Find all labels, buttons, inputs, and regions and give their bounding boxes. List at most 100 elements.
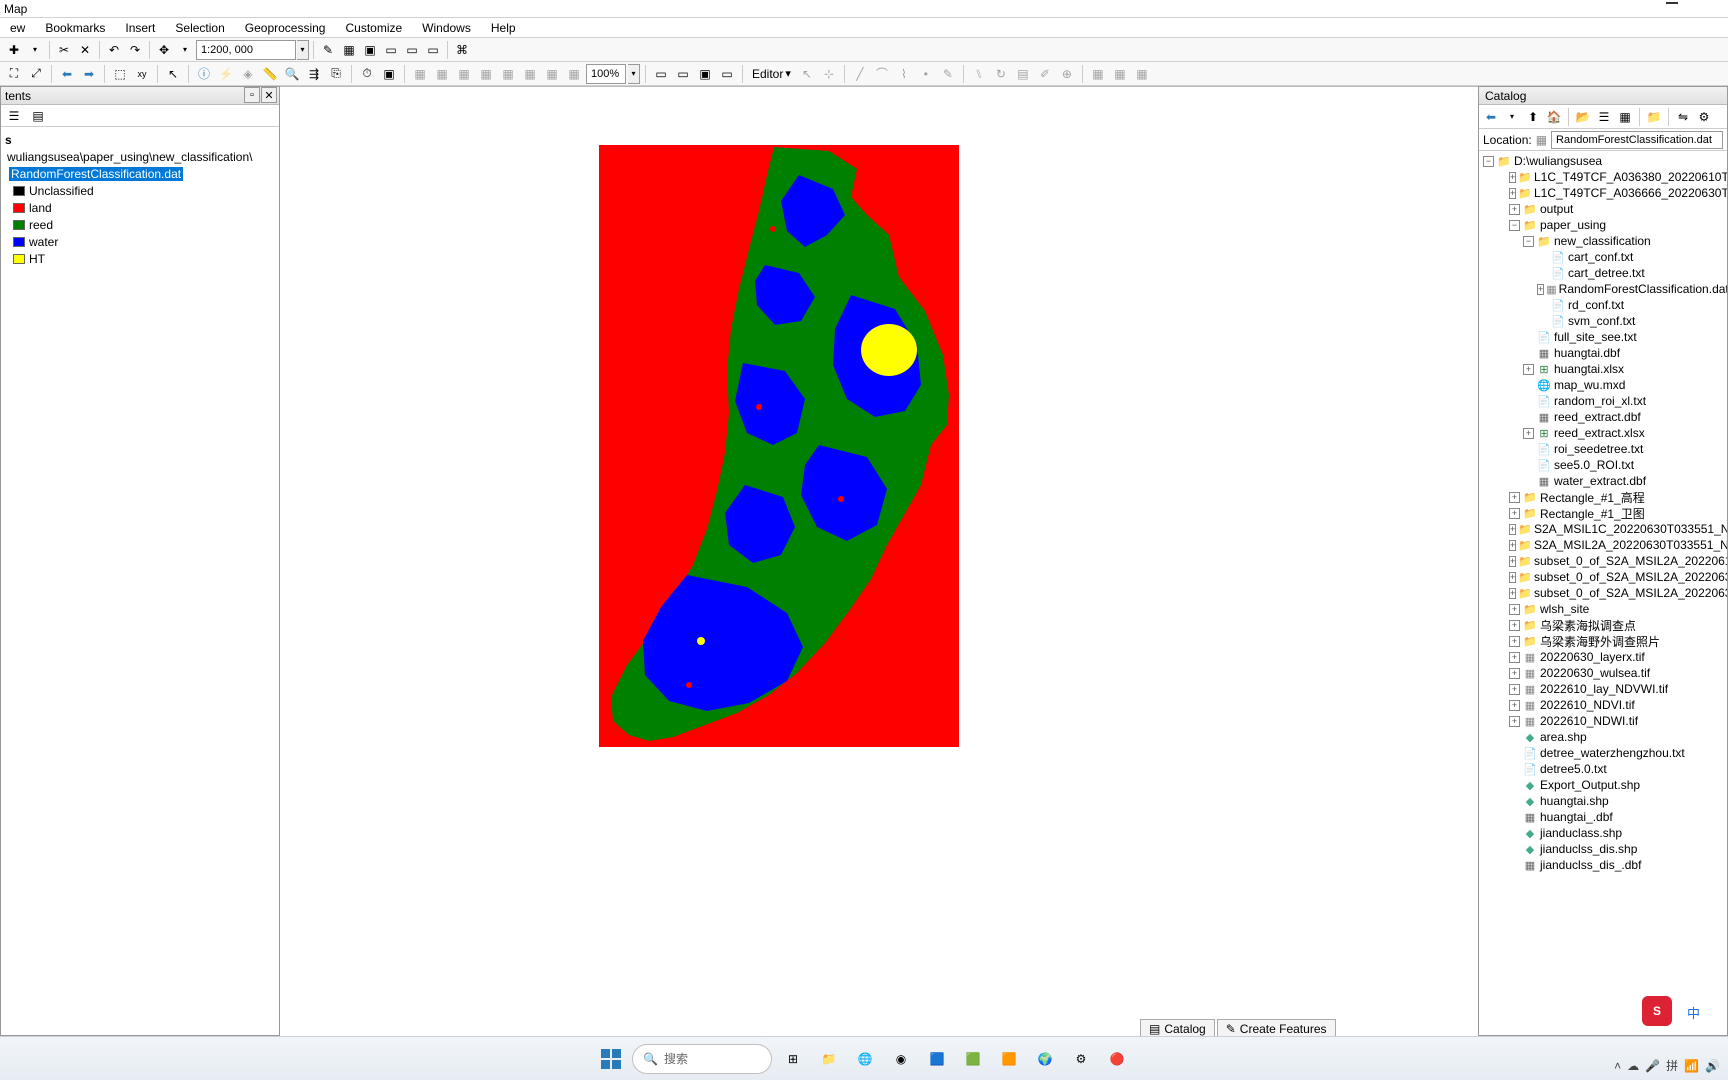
layout-mode-icon[interactable]: ▭ <box>651 64 671 84</box>
georef-icon[interactable]: ▦ <box>520 64 540 84</box>
catalog-item[interactable]: +📁subset_0_of_S2A_MSIL2A_20220630T033 <box>1481 585 1725 601</box>
menu-customize[interactable]: Customize <box>337 19 410 37</box>
catalog-item[interactable]: +▦20220630_wulsea.tif <box>1481 665 1725 681</box>
editor-toolbar-icon[interactable]: ✎ <box>318 40 338 60</box>
target-icon[interactable]: ⊕ <box>1057 64 1077 84</box>
georef-icon[interactable]: ▦ <box>432 64 452 84</box>
toc-tree[interactable]: s wuliangsusea\paper_using\new_classific… <box>1 127 279 1035</box>
expand-icon[interactable]: − <box>1483 156 1494 167</box>
expand-icon[interactable]: + <box>1509 620 1520 631</box>
catalog-item[interactable]: +⊞reed_extract.xlsx <box>1481 425 1725 441</box>
menu-help[interactable]: Help <box>483 19 524 37</box>
toc-class-row[interactable]: Unclassified <box>5 182 275 199</box>
edge-icon[interactable]: 🌐 <box>850 1044 880 1074</box>
window3-icon[interactable]: ▭ <box>423 40 443 60</box>
toc-path[interactable]: wuliangsusea\paper_using\new_classificat… <box>5 148 275 165</box>
back-button[interactable]: ⬅ <box>57 64 77 84</box>
catalog-item[interactable]: ▦jianduclss_dis_.dbf <box>1481 857 1725 873</box>
catalog-item[interactable]: +📁Rectangle_#1_高程 <box>1481 489 1725 505</box>
expand-icon[interactable]: + <box>1523 428 1534 439</box>
catalog-item[interactable]: 🌐map_wu.mxd <box>1481 377 1725 393</box>
catalog-item[interactable]: 📄cart_conf.txt <box>1481 249 1725 265</box>
cat-dropdown-icon[interactable]: ▾ <box>1502 107 1522 127</box>
taskbar-search[interactable]: 🔍 搜索 <box>632 1044 772 1074</box>
location-input[interactable] <box>1551 131 1723 149</box>
point-icon[interactable]: • <box>916 64 936 84</box>
catalog-item[interactable]: +📁L1C_T49TCF_A036666_20220630T033548 <box>1481 185 1725 201</box>
georef-icon[interactable]: ▦ <box>476 64 496 84</box>
sketch-icon[interactable]: ✐ <box>1035 64 1055 84</box>
catalog-item[interactable]: 📄cart_detree.txt <box>1481 265 1725 281</box>
add-data-button[interactable]: ✚ <box>4 40 24 60</box>
time-slider-button[interactable]: ⏱ <box>357 64 377 84</box>
expand-icon[interactable]: + <box>1509 636 1520 647</box>
toc-class-row[interactable]: land <box>5 199 275 216</box>
catalog-item[interactable]: +📁Rectangle_#1_卫图 <box>1481 505 1725 521</box>
arcmap-icon[interactable]: 🌍 <box>1030 1044 1060 1074</box>
expand-icon[interactable]: + <box>1509 604 1520 615</box>
hyperlink-button[interactable]: ⚡ <box>216 64 236 84</box>
catalog-item[interactable]: 📄detree5.0.txt <box>1481 761 1725 777</box>
georef-icon[interactable]: ▦ <box>498 64 518 84</box>
app-icon[interactable]: 🟧 <box>994 1044 1024 1074</box>
delete-button[interactable]: ✕ <box>75 40 95 60</box>
catalog-item[interactable]: 📄roi_seedetree.txt <box>1481 441 1725 457</box>
layout-mode2-icon[interactable]: ▭ <box>673 64 693 84</box>
catalog-item[interactable]: −📁new_classification <box>1481 233 1725 249</box>
expand-icon[interactable]: + <box>1509 668 1520 679</box>
georef-icon[interactable]: ▦ <box>454 64 474 84</box>
expand-icon[interactable]: + <box>1509 652 1520 663</box>
trace-icon[interactable]: ⌇ <box>894 64 914 84</box>
catalog-item[interactable]: +📁L1C_T49TCF_A036380_20220610T034442 <box>1481 169 1725 185</box>
catalog-item[interactable]: +⊞huangtai.xlsx <box>1481 361 1725 377</box>
catalog-item[interactable]: ◆area.shp <box>1481 729 1725 745</box>
expand-icon[interactable]: + <box>1509 540 1516 551</box>
catalog-item[interactable]: −📁paper_using <box>1481 217 1725 233</box>
scale-dropdown-icon[interactable]: ▾ <box>297 40 309 60</box>
full-extent-button[interactable]: ⛶ <box>4 64 24 84</box>
catalog-item[interactable]: 📄detree_waterzhengzhou.txt <box>1481 745 1725 761</box>
catalog-item[interactable]: ▦water_extract.dbf <box>1481 473 1725 489</box>
redo-button[interactable]: ↷ <box>125 40 145 60</box>
lang-icon[interactable]: 拼 <box>1666 1057 1678 1074</box>
explorer-icon[interactable]: 📁 <box>814 1044 844 1074</box>
task-view-icon[interactable]: ⊞ <box>778 1044 808 1074</box>
catalog-item[interactable]: ▦huangtai.dbf <box>1481 345 1725 361</box>
pan-button[interactable]: ✥ <box>154 40 174 60</box>
catalog-item[interactable]: +📁subset_0_of_S2A_MSIL2A_20220610T033 <box>1481 553 1725 569</box>
dropdown-icon[interactable]: ▾ <box>25 40 45 60</box>
editor-menu[interactable]: Editor▾ <box>748 67 795 81</box>
select-elements-button[interactable]: ⬚ <box>110 64 130 84</box>
layout-mode4-icon[interactable]: ▭ <box>717 64 737 84</box>
toc-pin-icon[interactable]: ▫ <box>244 87 260 103</box>
menu-view[interactable]: ew <box>2 19 33 37</box>
expand-icon[interactable]: + <box>1537 284 1544 295</box>
catalog-item[interactable]: ◆huangtai.shp <box>1481 793 1725 809</box>
list-by-drawing-icon[interactable]: ☰ <box>3 106 25 126</box>
catalog-item[interactable]: ◆jianduclss_dis.shp <box>1481 841 1725 857</box>
catalog-item[interactable]: ◆Export_Output.shp <box>1481 777 1725 793</box>
edit-icon[interactable]: ✎ <box>938 64 958 84</box>
toc-layer-selected[interactable]: RandomForestClassification.dat <box>5 165 275 182</box>
catalog-item[interactable]: ▦huangtai_.dbf <box>1481 809 1725 825</box>
expand-icon[interactable]: + <box>1509 684 1520 695</box>
catalog-item[interactable]: +📁乌梁素海拟调查点 <box>1481 617 1725 633</box>
viewer-button[interactable]: ▣ <box>379 64 399 84</box>
toc-class-row[interactable]: HT <box>5 250 275 267</box>
expand-icon[interactable]: − <box>1523 236 1534 247</box>
layout-mode3-icon[interactable]: ▣ <box>695 64 715 84</box>
edit-tool-icon[interactable]: ↖ <box>797 64 817 84</box>
expand-icon[interactable]: − <box>1509 220 1520 231</box>
volume-icon[interactable]: 🔊 <box>1705 1059 1720 1073</box>
zoom-dropdown-icon[interactable]: ▾ <box>628 64 640 84</box>
catalog-root[interactable]: − 📁 D:\wuliangsusea <box>1481 153 1725 169</box>
georef-icon[interactable]: ▦ <box>410 64 430 84</box>
cloud-icon[interactable]: ☁ <box>1627 1059 1639 1073</box>
expand-icon[interactable]: + <box>1509 588 1516 599</box>
cat-home-icon[interactable]: 🏠 <box>1544 107 1564 127</box>
python-icon[interactable]: ⌘ <box>452 40 472 60</box>
catalog-item[interactable]: 📄full_site_see.txt <box>1481 329 1725 345</box>
chrome-icon[interactable]: ◉ <box>886 1044 916 1074</box>
minimize-icon[interactable] <box>1666 2 1678 4</box>
split-icon[interactable]: ⑊ <box>969 64 989 84</box>
